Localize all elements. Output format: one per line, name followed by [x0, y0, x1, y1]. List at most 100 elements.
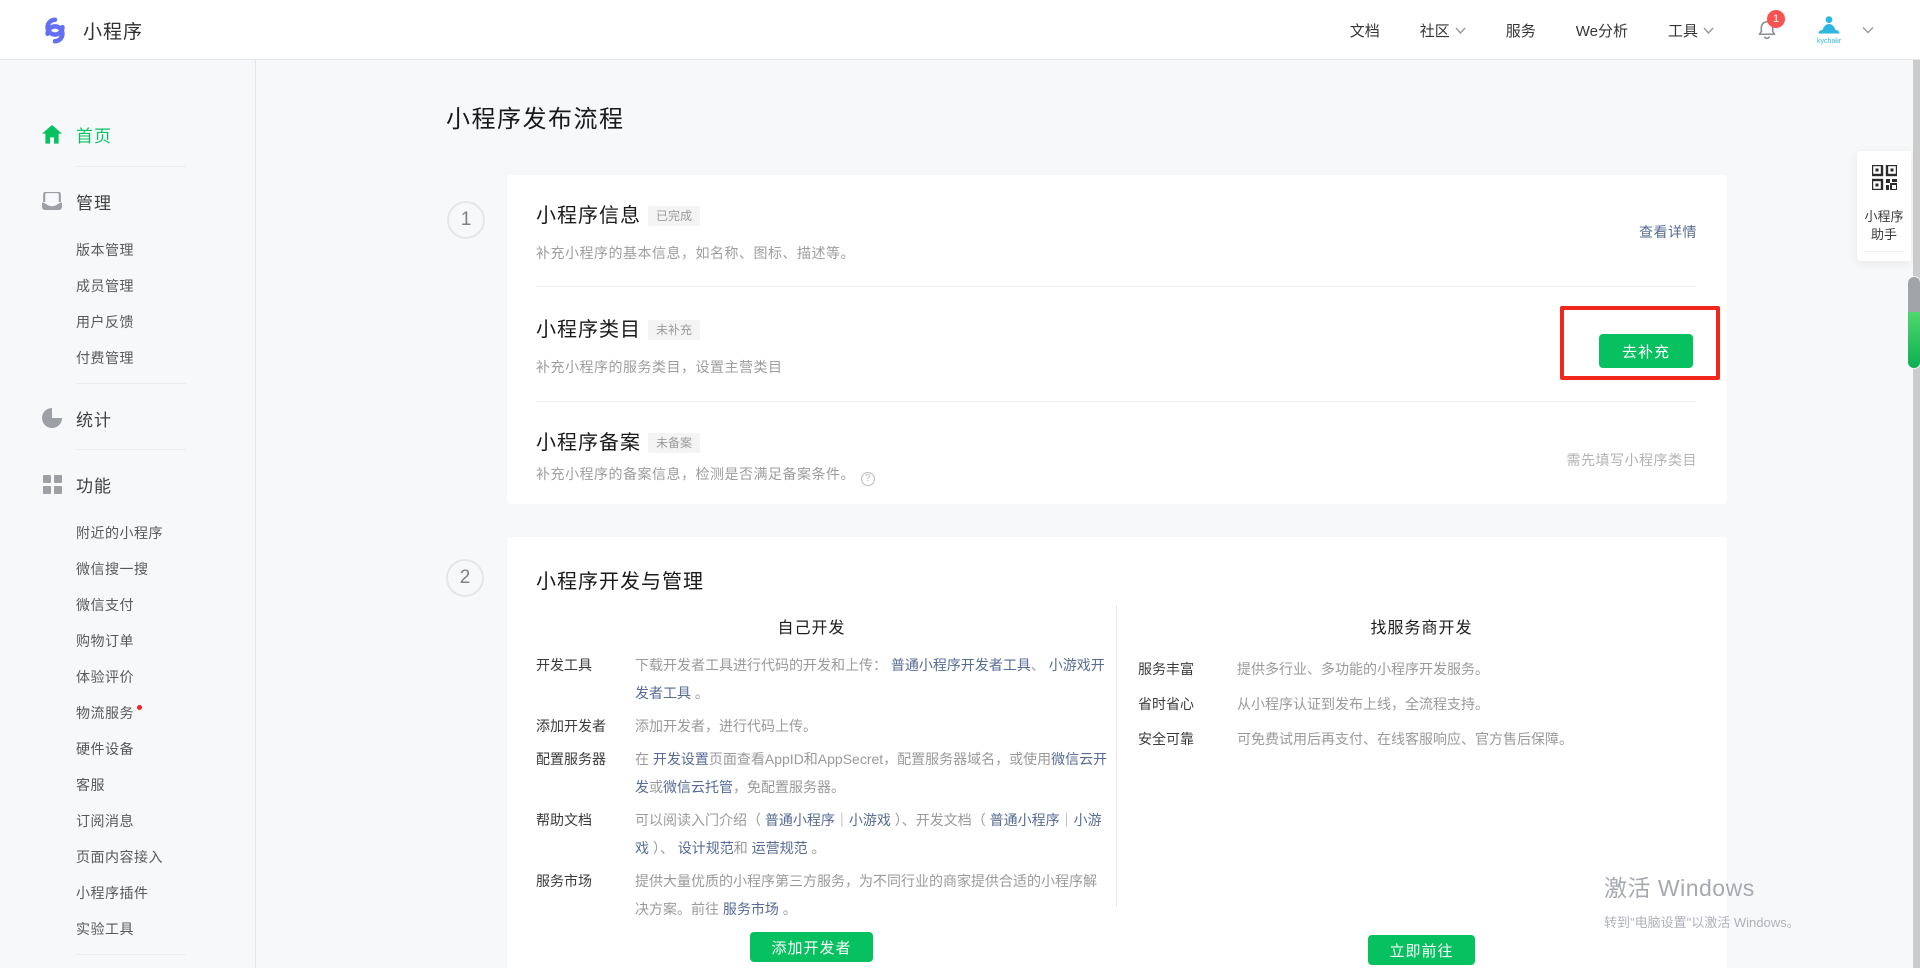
- nav-item-2[interactable]: 服务: [1506, 20, 1536, 41]
- sidebar-subitem-2-11[interactable]: 实验工具: [0, 911, 255, 947]
- column-divider: [1116, 605, 1117, 907]
- inline-link[interactable]: 小游戏: [849, 812, 891, 828]
- dev-row-4: 服务市场提供大量优质的小程序第三方服务，为不同行业的商家提供合适的小程序解决方案…: [536, 867, 1114, 923]
- windows-activation-watermark: 激活 Windows 转到"电脑设置"以激活 Windows。: [1604, 869, 1800, 931]
- nav-item-0[interactable]: 文档: [1350, 20, 1380, 41]
- app-logo[interactable]: 小程序: [38, 14, 143, 47]
- qr-code-icon: [1872, 165, 1897, 195]
- provider-row-1: 省时省心从小程序认证到发布上线，全流程支持。: [1138, 690, 1698, 718]
- dev-management-title: 小程序开发与管理: [536, 565, 704, 594]
- sidebar-divider: [76, 166, 186, 167]
- miniprogram-logo-icon: [38, 14, 72, 47]
- dev-row-1: 添加开发者添加开发者，进行代码上传。: [536, 712, 1114, 740]
- row-title: 小程序信息 已完成: [536, 204, 700, 228]
- avatar-caption: kychakr: [1804, 38, 1854, 46]
- status-badge: 未备案: [648, 433, 700, 453]
- scrollbar-track[interactable]: [1913, 0, 1920, 968]
- sidebar-group-0[interactable]: 管理: [0, 183, 255, 219]
- notification-badge: 1: [1767, 10, 1785, 28]
- sidebar-subitem-2-4[interactable]: 体验评价: [0, 659, 255, 695]
- page-title: 小程序发布流程: [446, 99, 625, 134]
- sidebar-subitem-2-7[interactable]: 客服: [0, 767, 255, 803]
- red-dot-badge: [137, 705, 142, 710]
- sidebar-subitem-2-1[interactable]: 微信搜一搜: [0, 551, 255, 587]
- avatar-image: [1816, 15, 1842, 38]
- inline-link[interactable]: 服务市场: [723, 901, 779, 917]
- dev-row-2: 配置服务器在 开发设置页面查看AppID和AppSecret，配置服务器域名，或…: [536, 745, 1114, 801]
- sidebar-subitem-2-8[interactable]: 订阅消息: [0, 803, 255, 839]
- inbox-icon: [42, 192, 62, 210]
- prerequisite-note: 需先填写小程序类目: [1567, 450, 1698, 470]
- header-nav: 文档 社区 服务 We分析 工具 1 kychakr: [1310, 0, 1874, 60]
- assistant-label-line1: 小程序: [1857, 206, 1911, 225]
- inline-link[interactable]: 开发设置: [653, 751, 709, 767]
- chevron-down-icon: [1455, 27, 1466, 34]
- sidebar-group-2[interactable]: 功能: [0, 466, 255, 502]
- miniprogram-category-row: 小程序类目 未补充 补充小程序的服务类目，设置主营类目 去补充: [536, 286, 1697, 401]
- inline-link[interactable]: 运营规范: [752, 840, 808, 856]
- sidebar-subitem-2-3[interactable]: 购物订单: [0, 623, 255, 659]
- find-provider-header: 找服务商开发: [1116, 614, 1727, 638]
- assistant-divider: [1864, 251, 1904, 252]
- miniprogram-assistant-widget[interactable]: 小程序 助手: [1857, 151, 1911, 261]
- inline-link[interactable]: 设计规范: [678, 840, 734, 856]
- nav-item-4[interactable]: 工具: [1668, 20, 1714, 41]
- fill-category-button[interactable]: 去补充: [1599, 334, 1693, 368]
- inline-link[interactable]: 普通小程序: [765, 812, 835, 828]
- row-title: 小程序类目 未补充: [536, 318, 700, 342]
- provider-row-0: 服务丰富提供多行业、多功能的小程序开发服务。: [1138, 655, 1698, 683]
- dev-row-3: 帮助文档可以阅读入门介绍（ 普通小程序｜小游戏 ）、开发文档（ 普通小程序｜小游…: [536, 806, 1114, 862]
- home-icon: [42, 125, 62, 144]
- provider-row-2: 安全可靠可免费试用后再支付、在线客服响应、官方售后保障。: [1138, 725, 1698, 753]
- sidebar-subitem-2-2[interactable]: 微信支付: [0, 587, 255, 623]
- row-title: 小程序备案 未备案: [536, 431, 700, 455]
- sidebar-subitem-2-9[interactable]: 页面内容接入: [0, 839, 255, 875]
- self-develop-rows: 开发工具下载开发者工具进行代码的开发和上传： 普通小程序开发者工具、 小游戏开发…: [536, 651, 1114, 928]
- nav-item-1[interactable]: 社区: [1420, 20, 1466, 41]
- sidebar-subitem-0-0[interactable]: 版本管理: [0, 232, 255, 268]
- help-icon[interactable]: ?: [861, 472, 875, 486]
- chevron-down-icon: [1703, 27, 1714, 34]
- sidebar-subitem-2-6[interactable]: 硬件设备: [0, 731, 255, 767]
- sidebar-divider: [76, 449, 186, 450]
- inline-link[interactable]: 小游戏开发者工具: [635, 657, 1105, 701]
- sidebar: 首页管理版本管理成员管理用户反馈付费管理统计功能附近的小程序微信搜一搜微信支付购…: [0, 60, 256, 968]
- sidebar-subitem-2-0[interactable]: 附近的小程序: [0, 515, 255, 551]
- inline-link[interactable]: 普通小程序开发者工具: [891, 657, 1031, 673]
- assistant-label-line2: 助手: [1857, 224, 1911, 243]
- row-description: 补充小程序的备案信息，检测是否满足备案条件。?: [536, 464, 875, 486]
- user-avatar[interactable]: kychakr: [1812, 15, 1846, 55]
- sidebar-item-home[interactable]: 首页: [0, 116, 255, 152]
- account-chevron-down-icon[interactable]: [1862, 26, 1874, 34]
- status-badge: 已完成: [648, 206, 700, 226]
- top-header: 小程序 文档 社区 服务 We分析 工具 1 kychakr: [0, 0, 1920, 60]
- step-1-card: 小程序信息 已完成 补充小程序的基本信息，如名称、图标、描述等。 查看详情 小程…: [507, 175, 1727, 504]
- sidebar-subitem-0-3[interactable]: 付费管理: [0, 340, 255, 376]
- sidebar-divider: [76, 954, 186, 955]
- inline-link[interactable]: 普通小程序: [990, 812, 1060, 828]
- add-developer-button[interactable]: 添加开发者: [750, 932, 872, 962]
- sidebar-subitem-2-5[interactable]: 物流服务: [0, 695, 255, 731]
- app-logo-text: 小程序: [83, 17, 143, 44]
- provider-rows: 服务丰富提供多行业、多功能的小程序开发服务。省时省心从小程序认证到发布上线，全流…: [1138, 655, 1698, 760]
- miniprogram-info-row: 小程序信息 已完成 补充小程序的基本信息，如名称、图标、描述等。 查看详情: [536, 175, 1697, 286]
- step-2-number: 2: [446, 559, 484, 597]
- scrollbar-thumb[interactable]: [1908, 277, 1920, 368]
- step-1-number: 1: [447, 201, 485, 239]
- inline-link[interactable]: 微信云托管: [663, 779, 733, 795]
- go-now-button[interactable]: 立即前往: [1368, 935, 1474, 965]
- self-develop-header: 自己开发: [507, 614, 1116, 638]
- dev-row-0: 开发工具下载开发者工具进行代码的开发和上传： 普通小程序开发者工具、 小游戏开发…: [536, 651, 1114, 707]
- view-details-link[interactable]: 查看详情: [1639, 222, 1697, 242]
- row-description: 补充小程序的服务类目，设置主营类目: [536, 357, 783, 377]
- annotation-red-box: 去补充: [1560, 306, 1720, 380]
- sidebar-divider: [76, 383, 186, 384]
- sidebar-subitem-0-1[interactable]: 成员管理: [0, 268, 255, 304]
- nav-item-3[interactable]: We分析: [1576, 20, 1628, 41]
- sidebar-subitem-2-10[interactable]: 小程序插件: [0, 875, 255, 911]
- notification-bell-button[interactable]: 1: [1756, 18, 1778, 42]
- sidebar-subitem-0-2[interactable]: 用户反馈: [0, 304, 255, 340]
- sidebar-group-1[interactable]: 统计: [0, 400, 255, 436]
- step-2-card: 小程序开发与管理 自己开发 找服务商开发 开发工具下载开发者工具进行代码的开发和…: [507, 537, 1727, 968]
- pie-icon: [42, 408, 62, 428]
